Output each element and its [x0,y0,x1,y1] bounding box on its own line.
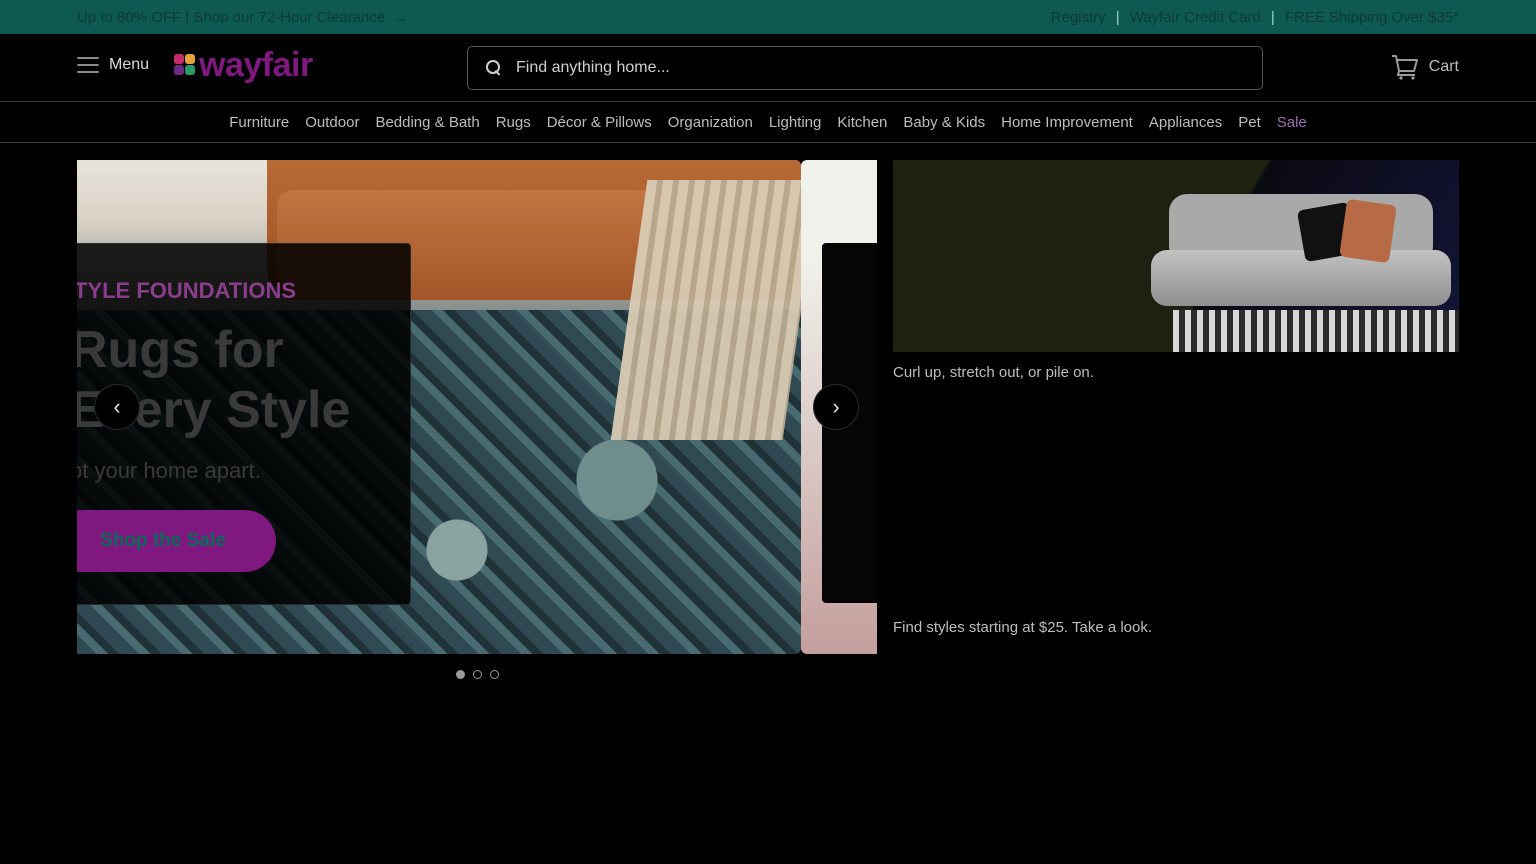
carousel-next-button[interactable]: › [813,384,859,430]
logo-text: wayfair [199,46,313,84]
clearance-promo-link[interactable]: Up to 80% OFF | Shop our 72-Hour Clearan… [77,9,408,26]
nav-item-organization[interactable]: Organization [668,114,753,131]
carousel-dot-2[interactable] [473,670,482,679]
nav-item-rugs[interactable]: Rugs [496,114,531,131]
shop-the-sale-button[interactable]: Shop the Sale [77,510,276,572]
carousel-dot-1[interactable] [456,670,465,679]
top-promo-bar: Up to 80% OFF | Shop our 72-Hour Clearan… [0,0,1536,34]
styles-promo-caption[interactable]: Find styles starting at $25. Take a look… [893,619,1152,636]
nav-item-pet[interactable]: Pet [1238,114,1261,131]
site-header: Menu wayfair Cart [0,34,1536,102]
top-links: Registry | Wayfair Credit Card | FREE Sh… [1051,9,1459,26]
credit-card-link[interactable]: Wayfair Credit Card [1130,9,1261,26]
carousel-dot-3[interactable] [490,670,499,679]
cart-button[interactable]: Cart [1391,54,1459,80]
nav-item-home-improvement[interactable]: Home Improvement [1001,114,1133,131]
menu-button[interactable]: Menu [77,56,149,74]
nav-item-furniture[interactable]: Furniture [229,114,289,131]
nav-item-appliances[interactable]: Appliances [1149,114,1222,131]
hero-subline: ot your home apart. [77,458,261,483]
sofa-promo-caption[interactable]: Curl up, stretch out, or pile on. [893,364,1094,381]
nav-item-lighting[interactable]: Lighting [769,114,822,131]
hamburger-icon [77,57,99,73]
search-bar[interactable] [467,46,1263,90]
cart-icon [1391,55,1418,80]
carousel-prev-button[interactable]: ‹ [94,384,140,430]
nav-item-baby-kids[interactable]: Baby & Kids [903,114,985,131]
category-nav: Furniture Outdoor Bedding & Bath Rugs Dé… [0,103,1536,143]
nav-item-sale[interactable]: Sale [1277,114,1307,131]
wayfair-logo[interactable]: wayfair [174,48,313,82]
sofa-promo-image[interactable] [893,160,1459,352]
hero-eyebrow: TYLE FOUNDATIONS [77,278,297,303]
top-link-separator: | [1115,8,1120,26]
hero-carousel: TYLE FOUNDATIONS Rugs for Every Style ot… [77,160,877,654]
clearance-promo-text: Up to 80% OFF | Shop our 72-Hour Clearan… [77,8,386,26]
logo-mark-icon [174,54,196,76]
search-icon [486,60,502,76]
top-link-separator: | [1270,8,1275,26]
couch-image [1151,194,1451,314]
arrow-right-icon: → [393,8,409,26]
menu-label: Menu [109,56,150,73]
cart-label: Cart [1428,58,1459,75]
nav-item-decor-pillows[interactable]: Décor & Pillows [547,114,652,131]
chevron-right-icon: › [832,394,840,419]
hero-slide-rugs[interactable]: TYLE FOUNDATIONS Rugs for Every Style ot… [77,160,801,654]
carousel-dots [456,670,499,679]
free-shipping-link[interactable]: FREE Shipping Over $35* [1285,9,1459,26]
registry-link[interactable]: Registry [1051,9,1106,26]
nav-item-outdoor[interactable]: Outdoor [305,114,359,131]
search-input[interactable] [516,59,1244,77]
nav-item-kitchen[interactable]: Kitchen [837,114,887,131]
chevron-left-icon: ‹ [113,394,121,419]
nav-item-bedding-bath[interactable]: Bedding & Bath [375,114,479,131]
striped-rug [1173,310,1459,352]
